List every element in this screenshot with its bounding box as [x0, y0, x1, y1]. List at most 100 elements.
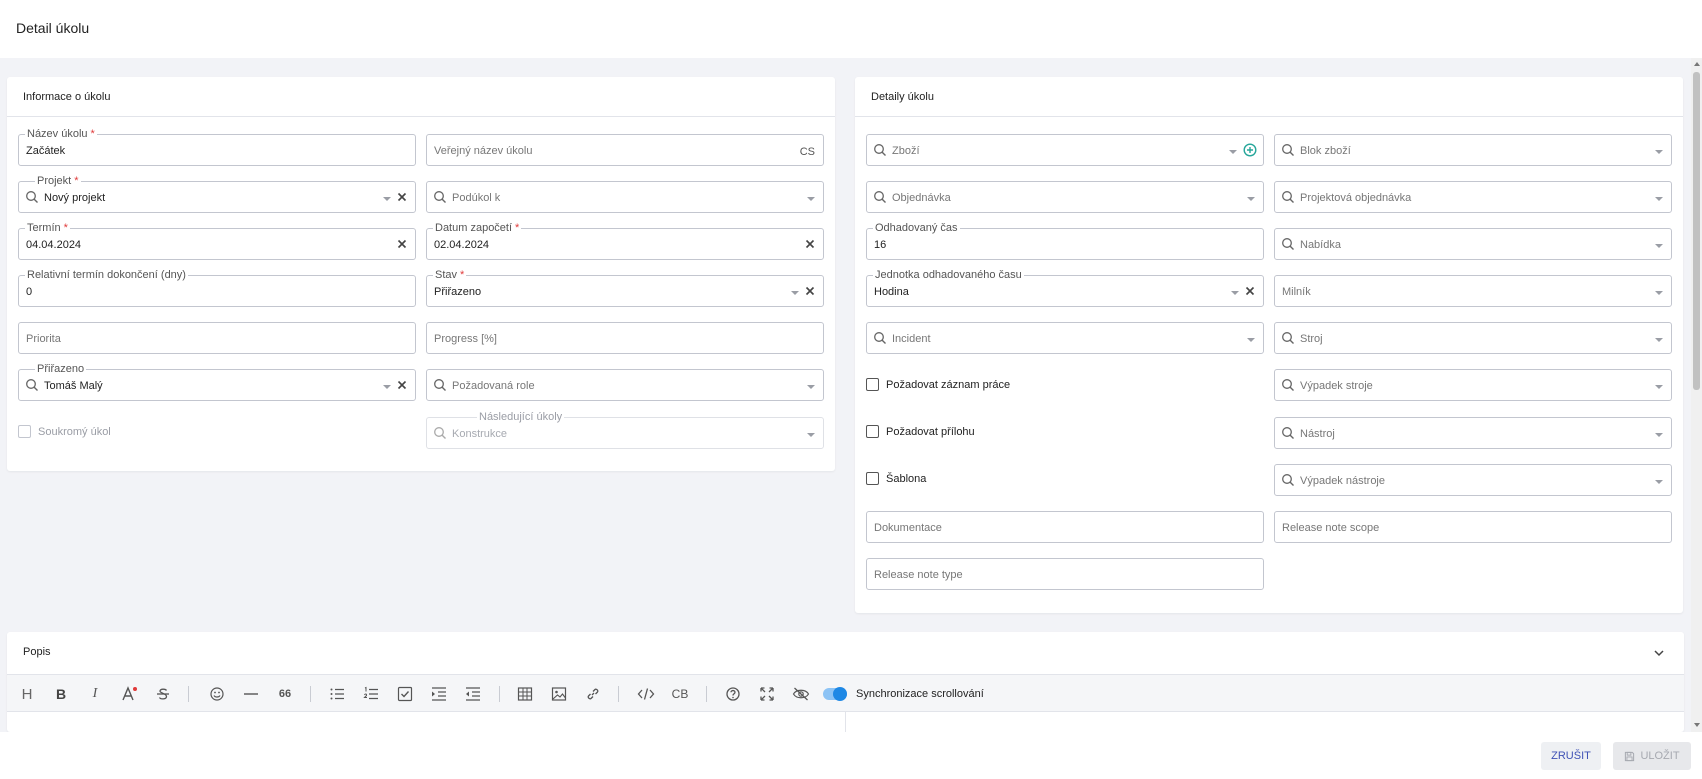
estimated-time-field[interactable]: Odhadovaný čas 16 — [866, 221, 1264, 260]
order-select[interactable]: Objednávka — [866, 181, 1264, 213]
machine-select[interactable]: Stroj — [1274, 322, 1672, 354]
chevron-down-icon[interactable] — [807, 433, 815, 437]
code-block-button[interactable]: CB — [670, 684, 690, 704]
assigned-select[interactable]: Přiřazeno Tomáš Malý — [18, 362, 416, 401]
chevron-down-icon[interactable] — [1247, 338, 1255, 342]
tool-failure-select[interactable]: Výpadek nástroje — [1274, 464, 1672, 496]
italic-button[interactable]: I — [85, 684, 105, 704]
quote-button[interactable]: 66 — [275, 684, 295, 704]
horizontal-rule-button[interactable] — [241, 684, 261, 704]
close-icon[interactable] — [803, 284, 817, 298]
link-button[interactable] — [583, 684, 603, 704]
search-icon — [1282, 427, 1294, 439]
strikethrough-button[interactable] — [153, 684, 173, 704]
offer-select[interactable]: Nabídka — [1274, 228, 1672, 260]
public-name-field[interactable]: Veřejný název úkolu CS — [426, 134, 824, 166]
code-button[interactable] — [636, 684, 656, 704]
chevron-down-icon[interactable] — [1655, 385, 1663, 389]
deadline-date-field[interactable]: Termín * 04.04.2024 — [18, 221, 416, 260]
checkbox-box[interactable] — [866, 472, 879, 485]
chevron-down-icon[interactable] — [1655, 480, 1663, 484]
priority-field[interactable]: Priorita — [18, 322, 416, 354]
chevron-down-icon[interactable] — [1655, 291, 1663, 295]
project-select[interactable]: Projekt * Nový projekt — [18, 174, 416, 213]
link-icon — [587, 688, 599, 700]
subtask-of-select[interactable]: Podúkol k — [426, 181, 824, 213]
heading-button[interactable]: H — [17, 684, 37, 704]
required-role-select[interactable]: Požadovaná role — [426, 369, 824, 401]
add-circle-icon[interactable] — [1243, 143, 1257, 157]
required-role-placeholder: Požadovaná role — [452, 380, 535, 392]
text-color-button[interactable] — [119, 684, 139, 704]
documentation-field[interactable]: Dokumentace — [866, 511, 1264, 543]
table-button[interactable] — [515, 684, 535, 704]
indent-button[interactable] — [429, 684, 449, 704]
priority-placeholder: Priorita — [26, 333, 61, 345]
relative-deadline-field[interactable]: Relativní termín dokončení (dny) 0 — [18, 268, 416, 307]
require-attachment-checkbox[interactable]: Požadovat přílohu — [866, 425, 975, 438]
tool-select[interactable]: Nástroj — [1274, 417, 1672, 449]
emoji-button[interactable] — [207, 684, 227, 704]
chevron-down-icon[interactable] — [791, 291, 799, 295]
task-list-button[interactable] — [395, 684, 415, 704]
chevron-down-icon[interactable] — [807, 385, 815, 389]
chevron-down-icon[interactable] — [1655, 244, 1663, 248]
chevron-down-icon[interactable] — [1231, 291, 1239, 295]
chevron-down-icon[interactable] — [383, 197, 391, 201]
bullet-list-button[interactable] — [327, 684, 347, 704]
chevron-down-icon[interactable] — [807, 197, 815, 201]
bold-button[interactable]: B — [51, 684, 71, 704]
save-button[interactable]: ULOŽIT — [1613, 742, 1691, 770]
goods-select[interactable]: Zboží — [866, 134, 1264, 166]
close-icon[interactable] — [803, 237, 817, 251]
chevron-down-icon[interactable] — [1655, 150, 1663, 154]
horizontal-rule-icon — [244, 693, 258, 695]
chevron-down-icon[interactable] — [383, 385, 391, 389]
image-button[interactable] — [549, 684, 569, 704]
description-card-header[interactable]: Popis — [7, 632, 1684, 674]
status-select[interactable]: Stav * Přiřazeno — [426, 268, 824, 307]
checkbox-box[interactable] — [18, 425, 31, 438]
fullscreen-button[interactable] — [757, 684, 777, 704]
task-name-field[interactable]: Název úkolu * Začátek — [18, 127, 416, 166]
machine-failure-select[interactable]: Výpadek stroje — [1274, 369, 1672, 401]
page-scrollbar[interactable] — [1691, 58, 1702, 732]
close-icon[interactable] — [395, 237, 409, 251]
goods-block-select[interactable]: Blok zboží — [1274, 134, 1672, 166]
scroll-down-arrow[interactable] — [1694, 723, 1700, 727]
sync-scroll-toggle[interactable] — [823, 687, 847, 701]
chevron-down-icon[interactable] — [1655, 338, 1663, 342]
close-icon[interactable] — [1243, 284, 1257, 298]
outdent-button[interactable] — [463, 684, 483, 704]
following-tasks-select[interactable]: Následující úkoly Konstrukce — [426, 410, 824, 449]
chevron-down-icon[interactable] — [1655, 433, 1663, 437]
language-badge[interactable]: CS — [800, 146, 815, 158]
close-icon[interactable] — [395, 378, 409, 392]
start-date-field[interactable]: Datum započetí * 02.04.2024 — [426, 221, 824, 260]
ordered-list-button[interactable] — [361, 684, 381, 704]
template-checkbox[interactable]: Šablona — [866, 472, 926, 485]
cancel-button[interactable]: ZRUŠIT — [1541, 742, 1601, 770]
chevron-down-icon[interactable] — [1655, 197, 1663, 201]
help-button[interactable] — [723, 684, 743, 704]
chevron-down-icon[interactable] — [1229, 150, 1237, 154]
time-unit-label: Jednotka odhadovaného času — [873, 268, 1024, 282]
require-worklog-checkbox[interactable]: Požadovat záznam práce — [866, 378, 1010, 391]
chevron-down-icon[interactable] — [1247, 197, 1255, 201]
scrollbar-thumb[interactable] — [1693, 72, 1700, 390]
checkbox-box[interactable] — [866, 378, 879, 391]
incident-select[interactable]: Incident — [866, 322, 1264, 354]
release-note-scope-field[interactable]: Release note scope — [1274, 511, 1672, 543]
search-icon — [1282, 191, 1294, 203]
milestone-select[interactable]: Milník — [1274, 275, 1672, 307]
private-task-checkbox[interactable]: Soukromý úkol — [18, 425, 111, 438]
chevron-up-icon[interactable] — [1652, 646, 1666, 660]
project-order-select[interactable]: Projektová objednávka — [1274, 181, 1672, 213]
release-note-type-field[interactable]: Release note type — [866, 558, 1264, 590]
time-unit-select[interactable]: Jednotka odhadovaného času Hodina — [866, 268, 1264, 307]
scroll-up-arrow[interactable] — [1694, 62, 1700, 66]
toggle-preview-button[interactable] — [791, 684, 811, 704]
progress-field[interactable]: Progress [%] — [426, 322, 824, 354]
checkbox-box[interactable] — [866, 425, 879, 438]
close-icon[interactable] — [395, 190, 409, 204]
